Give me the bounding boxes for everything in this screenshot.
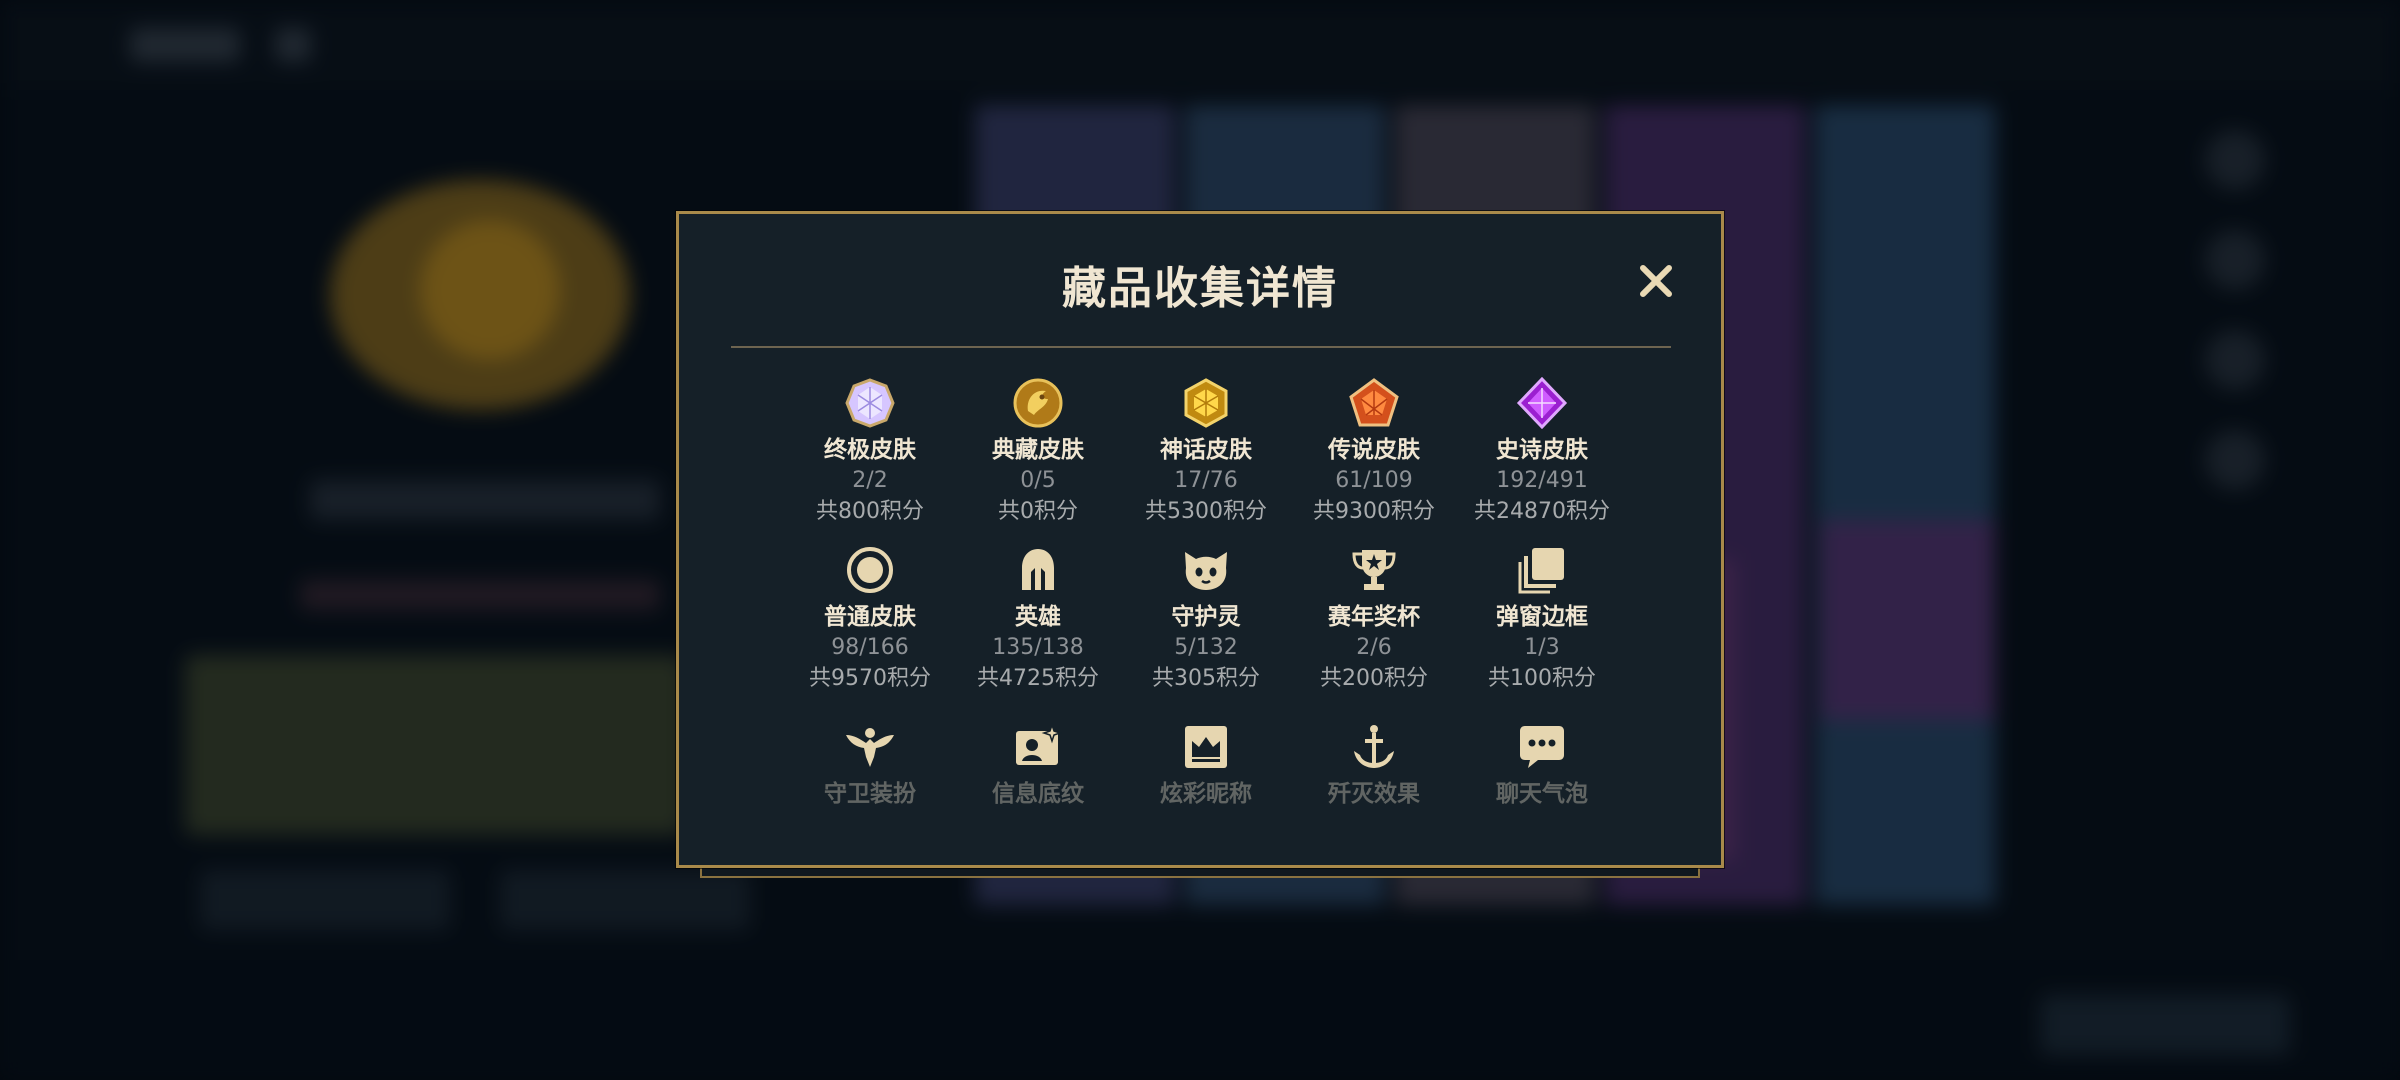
collection-item-guardians[interactable]: 守护灵 5/132 共305积分 xyxy=(1122,542,1290,694)
guardian-pet-icon xyxy=(1185,552,1227,590)
ultimate-skin-gem-icon xyxy=(845,378,895,428)
item-points: 共9570积分 xyxy=(809,666,931,691)
dialog-title: 藏品收集详情 xyxy=(1062,263,1338,314)
item-label: 终极皮肤 xyxy=(824,437,916,463)
item-points: 共100积分 xyxy=(1488,666,1596,691)
item-points: 共5300积分 xyxy=(1145,499,1267,524)
champion-helmet-icon xyxy=(1022,549,1054,590)
prestige-skin-icon xyxy=(1013,378,1063,428)
collection-item-legendary-skins[interactable]: 传说皮肤 61/109 共9300积分 xyxy=(1290,375,1458,527)
item-points: 共800积分 xyxy=(816,499,924,524)
item-points: 共24870积分 xyxy=(1474,499,1610,524)
title-divider xyxy=(731,346,1671,348)
item-count: 98/166 xyxy=(831,635,909,660)
item-count: 2/6 xyxy=(1356,635,1392,660)
finisher-anchor-icon xyxy=(1354,725,1394,768)
item-label: 赛年奖杯 xyxy=(1328,604,1420,630)
collection-item-ultimate-skins[interactable]: 终极皮肤 2/2 共800积分 xyxy=(786,375,954,527)
item-label: 弹窗边框 xyxy=(1496,604,1588,630)
item-count: 61/109 xyxy=(1335,468,1413,493)
item-count: 192/491 xyxy=(1496,468,1588,493)
popup-frame-icon xyxy=(1518,548,1564,594)
item-points: 共9300积分 xyxy=(1313,499,1435,524)
item-points: 共305积分 xyxy=(1152,666,1260,691)
item-label: 史诗皮肤 xyxy=(1496,437,1588,463)
item-points: 共4725积分 xyxy=(977,666,1099,691)
trophy-icon xyxy=(1352,550,1396,590)
collection-item-mythic-skins[interactable]: 神话皮肤 17/76 共5300积分 xyxy=(1122,375,1290,527)
item-count: 2/2 xyxy=(852,468,888,493)
item-label: 聊天气泡 xyxy=(1496,781,1588,807)
legendary-skin-gem-icon xyxy=(1349,378,1399,427)
epic-skin-gem-icon xyxy=(1516,377,1568,429)
close-button[interactable] xyxy=(1630,255,1682,307)
item-points: 共0积分 xyxy=(998,499,1078,524)
screen: 藏品收集详情 终极皮肤 2/2 共800积分 典藏皮肤 0/5 共0积分 神话皮… xyxy=(0,0,2400,1080)
collection-item-finisher-effects[interactable]: 歼灭效果 xyxy=(1290,719,1458,809)
collection-item-season-trophies[interactable]: 赛年奖杯 2/6 共200积分 xyxy=(1290,542,1458,694)
collection-item-standard-skins[interactable]: 普通皮肤 98/166 共9570积分 xyxy=(786,542,954,694)
item-count: 0/5 xyxy=(1020,468,1056,493)
collection-item-prestige-skins[interactable]: 典藏皮肤 0/5 共0积分 xyxy=(954,375,1122,527)
info-card-icon xyxy=(1016,722,1063,765)
collection-item-colorful-nicknames[interactable]: 炫彩昵称 xyxy=(1122,719,1290,809)
collection-details-dialog: 藏品收集详情 终极皮肤 2/2 共800积分 典藏皮肤 0/5 共0积分 神话皮… xyxy=(676,211,1724,868)
item-label: 典藏皮肤 xyxy=(992,437,1084,463)
item-label: 神话皮肤 xyxy=(1160,437,1252,463)
ward-skin-icon xyxy=(846,728,894,767)
item-label: 守卫装扮 xyxy=(824,781,916,807)
collection-item-champions[interactable]: 英雄 135/138 共4725积分 xyxy=(954,542,1122,694)
collection-item-epic-skins[interactable]: 史诗皮肤 192/491 共24870积分 xyxy=(1458,375,1626,527)
chat-bubble-icon xyxy=(1520,726,1564,768)
item-count: 1/3 xyxy=(1524,635,1560,660)
item-label: 英雄 xyxy=(1015,604,1061,630)
collection-item-chat-bubbles[interactable]: 聊天气泡 xyxy=(1458,719,1626,809)
item-count: 135/138 xyxy=(992,635,1084,660)
item-label: 传说皮肤 xyxy=(1328,437,1420,463)
item-points: 共200积分 xyxy=(1320,666,1428,691)
item-label: 守护灵 xyxy=(1171,604,1241,630)
mythic-skin-gem-icon xyxy=(1184,378,1228,428)
collection-item-ward-skins[interactable]: 守卫装扮 xyxy=(786,719,954,809)
item-label: 信息底纹 xyxy=(992,781,1084,807)
collection-item-popup-frames[interactable]: 弹窗边框 1/3 共100积分 xyxy=(1458,542,1626,694)
item-count: 5/132 xyxy=(1174,635,1238,660)
standard-skin-ring-icon xyxy=(847,547,893,593)
nickname-crown-icon xyxy=(1185,726,1227,768)
close-icon xyxy=(1640,265,1672,297)
item-label: 歼灭效果 xyxy=(1328,781,1420,807)
item-count: 17/76 xyxy=(1174,468,1238,493)
item-label: 炫彩昵称 xyxy=(1160,781,1252,807)
item-label: 普通皮肤 xyxy=(824,604,916,630)
collection-item-info-cards[interactable]: 信息底纹 xyxy=(954,719,1122,809)
